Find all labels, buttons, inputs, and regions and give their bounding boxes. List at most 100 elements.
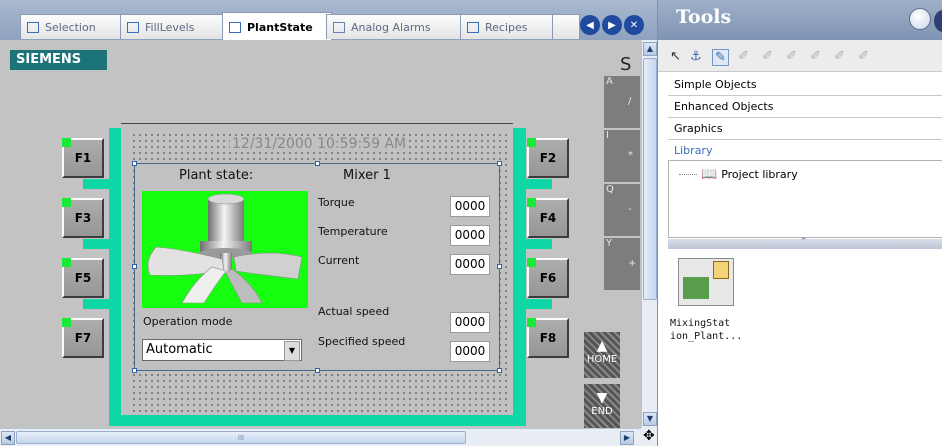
tool-icon-row: ↖ ⚓ ✎ ✐ ✐ ✐ ✐ ✐ ✐ <box>658 40 942 72</box>
siemens-logo: SIEMENS <box>10 50 107 70</box>
end-button[interactable]: ▼ END <box>584 384 620 428</box>
section-graphics[interactable]: Graphics <box>668 118 942 140</box>
screen-thumbnail[interactable] <box>678 258 734 306</box>
key-i[interactable]: I * <box>604 130 640 182</box>
current-value[interactable]: 0000 <box>450 254 490 275</box>
key-q[interactable]: Q- <box>604 184 640 236</box>
preview-icon <box>683 277 709 299</box>
mixer-icon <box>147 193 303 304</box>
tool-icon[interactable]: ✐ <box>786 49 797 64</box>
tool-icon[interactable]: ✐ <box>762 49 773 64</box>
connector-bar <box>526 299 552 309</box>
key-y[interactable]: Y + <box>604 238 640 290</box>
status-indicator <box>527 318 536 327</box>
pin-icon[interactable] <box>909 8 931 30</box>
resize-handle[interactable] <box>132 161 137 166</box>
operation-mode-dropdown[interactable]: Automatic ▼ <box>142 339 302 361</box>
tool-icon[interactable]: ✐ <box>738 49 749 64</box>
horizontal-scroll-thumb[interactable]: III <box>16 431 466 444</box>
specified-speed-value[interactable]: 0000 <box>450 341 490 362</box>
resize-handle[interactable] <box>315 368 320 373</box>
tab-more[interactable] <box>552 14 580 39</box>
fkey-f6[interactable]: F6 <box>527 258 569 298</box>
fkey-f4[interactable]: F4 <box>527 198 569 238</box>
status-indicator <box>527 258 536 267</box>
tab-filllevels[interactable]: FillLevels <box>120 14 226 39</box>
actual-speed-value[interactable]: 0000 <box>450 312 490 333</box>
vertical-scrollbar[interactable]: ▲ ▼ <box>641 40 657 428</box>
scroll-up-icon[interactable]: ▲ <box>643 42 657 56</box>
resize-handle[interactable] <box>497 368 502 373</box>
status-indicator <box>527 138 536 147</box>
fkey-f2[interactable]: F2 <box>527 138 569 178</box>
edit-icon[interactable]: ✎ <box>712 49 729 66</box>
unit-name: Mixer 1 <box>343 168 391 183</box>
plant-state-label: Plant state: <box>179 168 254 183</box>
arrow-up-icon: ▲ <box>596 338 608 354</box>
fkey-label: F4 <box>539 211 557 225</box>
scroll-left-icon[interactable]: ◀ <box>1 431 15 445</box>
fkey-f8[interactable]: F8 <box>527 318 569 358</box>
scroll-down-icon[interactable]: ▼ <box>643 412 657 426</box>
screen-icon <box>229 21 241 33</box>
fkey-f7[interactable]: F7 <box>62 318 104 358</box>
tab-recipes[interactable]: Recipes <box>460 14 556 39</box>
key-tag: Q <box>606 184 614 195</box>
resize-handle[interactable] <box>132 368 137 373</box>
tab-label: Selection <box>45 20 96 34</box>
resize-handle[interactable] <box>132 264 137 269</box>
fkey-f5[interactable]: F5 <box>62 258 104 298</box>
temperature-value[interactable]: 0000 <box>450 225 490 246</box>
section-library[interactable]: Library <box>668 140 942 162</box>
connector-bar <box>83 299 109 309</box>
tab-scroll-right-icon[interactable]: ▶ <box>602 15 622 35</box>
tab-analog-alarms[interactable]: Analog Alarms <box>326 14 464 39</box>
library-icon <box>713 261 729 279</box>
key-tag: Y <box>606 238 613 249</box>
actual-speed-label: Actual speed <box>318 305 390 318</box>
resize-handle[interactable] <box>497 264 502 269</box>
status-indicator <box>62 198 71 207</box>
torque-value[interactable]: 0000 <box>450 196 490 217</box>
anchor-icon[interactable]: ⚓ <box>690 49 702 64</box>
status-indicator <box>62 138 71 147</box>
book-icon: 📖 <box>701 167 718 182</box>
section-simple-objects[interactable]: Simple Objects <box>668 74 942 96</box>
mixer-graphic[interactable] <box>142 191 308 308</box>
library-item-label: Project library <box>721 168 798 181</box>
resize-handle[interactable] <box>497 161 502 166</box>
tree-item-project-library[interactable]: 📖 Project library <box>679 167 798 182</box>
status-indicator <box>62 318 71 327</box>
tool-icon[interactable]: ✐ <box>858 49 869 64</box>
vertical-scroll-thumb[interactable] <box>643 58 657 300</box>
tab-label: PlantState <box>247 20 313 34</box>
screen-icon <box>27 21 39 33</box>
fkey-f1[interactable]: F1 <box>62 138 104 178</box>
home-button[interactable]: ▲ HOME <box>584 332 620 378</box>
chevron-up-icon: ⌃ <box>800 237 808 247</box>
close-icon[interactable]: ✕ <box>624 15 644 35</box>
library-tree: 📖 Project library <box>668 160 942 238</box>
resize-handle[interactable] <box>315 161 320 166</box>
fkey-f3[interactable]: F3 <box>62 198 104 238</box>
tab-scroll-left-icon[interactable]: ◀ <box>580 15 600 35</box>
scroll-right-icon[interactable]: ▶ <box>620 431 634 445</box>
horizontal-scrollbar[interactable]: ◀ III ▶ <box>0 428 641 446</box>
alarm-icon <box>333 21 345 33</box>
screen-icon <box>127 21 139 33</box>
tool-icon[interactable]: ✐ <box>810 49 821 64</box>
temperature-label: Temperature <box>318 225 388 238</box>
tool-icon[interactable]: ✐ <box>834 49 845 64</box>
key-a[interactable]: A / <box>604 76 640 128</box>
pointer-icon[interactable]: ↖ <box>670 49 681 64</box>
chevron-down-icon[interactable]: ▼ <box>284 341 300 361</box>
datetime-field[interactable]: 12/31/2000 10:59:59 AM <box>230 136 409 152</box>
tab-selection[interactable]: Selection <box>20 14 124 39</box>
fkey-label: F7 <box>74 331 92 345</box>
move-icon[interactable]: ✥ <box>641 428 657 446</box>
section-enhanced-objects[interactable]: Enhanced Objects <box>668 96 942 118</box>
tab-plantstate[interactable]: PlantState <box>222 12 332 41</box>
screen-tab-strip: Selection FillLevels PlantState Analog A… <box>0 0 657 41</box>
connector-bar <box>526 239 552 249</box>
pane-splitter[interactable]: ⌃ <box>668 237 942 249</box>
